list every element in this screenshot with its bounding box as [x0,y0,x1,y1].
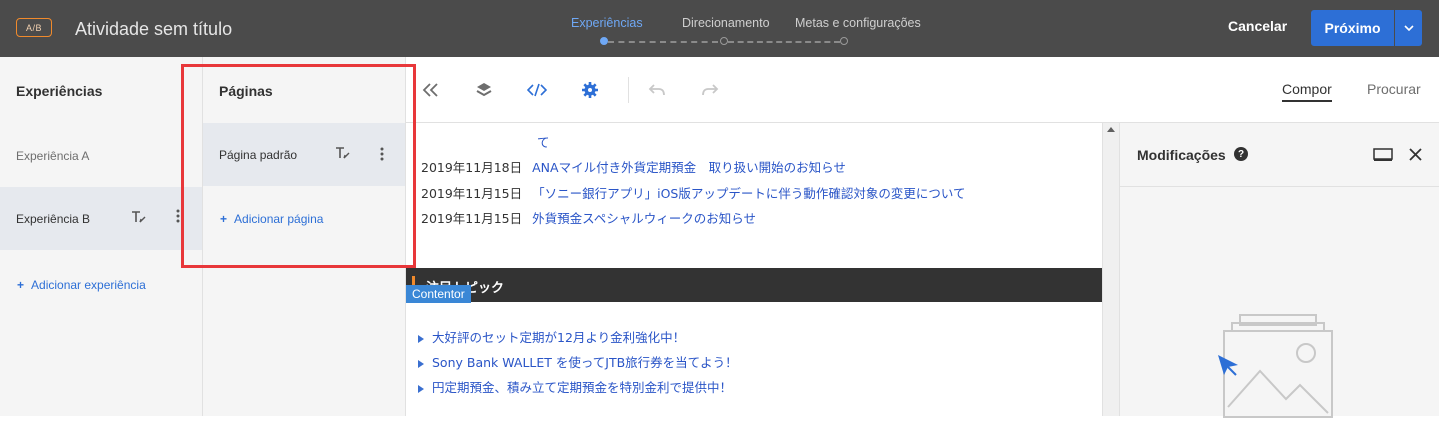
topic-link[interactable]: Sony Bank WALLET を使ってJTB旅行券を当てよう！ [432,355,738,370]
news-partial-line: て [537,135,550,150]
add-experience-label: Adicionar experiência [31,278,146,292]
step-dot-targeting [720,37,728,45]
news-item[interactable]: 2019年11月18日 ANAマイル付き外貨定期預金 取り扱い開始のお知らせ [421,157,846,176]
add-page-link[interactable]: + Adicionar página [220,212,323,226]
modifications-panel: Modificações ? [1119,123,1439,418]
workflow-steps: Experiências Direcionamento Metas e conf… [560,0,960,57]
bullet-triangle-icon [418,334,424,343]
topic-link[interactable]: 大好評のセット定期が12月より金利強化中！ [432,330,685,345]
undo-icon[interactable] [646,79,668,101]
news-link[interactable]: ANAマイル付き外貨定期預金 取り扱い開始のお知らせ [532,160,846,175]
step-dot-goals [840,37,848,45]
tab-browse[interactable]: Procurar [1367,81,1421,97]
next-button[interactable]: Próximo [1311,10,1394,46]
toolbar-divider [628,77,629,103]
bullet-triangle-icon [418,359,424,368]
layers-icon[interactable] [473,79,495,101]
ab-activity-badge: A/B [16,18,52,37]
page-label: Página padrão [219,147,298,162]
modifications-title: Modificações [1137,147,1226,163]
experience-item-b[interactable]: Experiência B [0,187,202,250]
collapse-panel-icon[interactable] [420,79,442,101]
add-experience-link[interactable]: + Adicionar experiência [17,278,146,292]
experience-item-a[interactable]: Experiência A [0,124,202,187]
experience-label: Experiência A [16,148,90,163]
pages-title: Páginas [219,83,273,99]
dock-panel-icon[interactable] [1373,148,1393,167]
news-item[interactable]: 2019年11月15日 「ソニー銀行アプリ」iOS版アップデートに伴う動作確認対象… [421,183,966,202]
modifications-header: Modificações ? [1120,123,1439,187]
plus-icon: + [17,278,25,292]
rename-icon[interactable] [131,210,147,227]
news-item[interactable]: 2019年11月15日 外貨預金スペシャルウィークのお知らせ [421,208,756,227]
container-label-tag: Contentor [406,285,471,303]
next-dropdown-button[interactable] [1395,10,1422,46]
close-icon[interactable] [1409,148,1422,166]
page-preview[interactable]: て 2019年11月18日 ANAマイル付き外貨定期預金 取り扱い開始のお知らせ … [406,123,1102,416]
step-dot-experiences [600,37,608,45]
editor-toolbar: Compor Procurar [406,57,1439,123]
step-experiences[interactable]: Experiências [571,16,643,30]
tab-compose[interactable]: Compor [1282,81,1332,102]
more-options-icon[interactable] [176,208,180,227]
chevron-down-icon [1403,25,1414,31]
more-options-icon[interactable] [380,146,384,165]
step-connector [608,41,718,43]
news-link[interactable]: 外貨預金スペシャルウィークのお知らせ [532,211,756,226]
step-goals-settings[interactable]: Metas e configurações [795,16,921,30]
add-page-label: Adicionar página [234,212,324,226]
experiences-title: Experiências [16,83,103,99]
experiences-panel: Experiências Experiência A Experiência B… [0,57,203,416]
topic-list-item[interactable]: 円定期預金、積み立て定期預金を特別金利で提供中！ [418,377,732,396]
rename-icon[interactable] [335,146,351,163]
step-connector [728,41,840,43]
help-icon[interactable]: ? [1234,147,1248,161]
bullet-triangle-icon [418,384,424,393]
plus-icon: + [220,212,228,226]
news-date: 2019年11月18日 [421,160,523,175]
topic-list-item[interactable]: 大好評のセット定期が12月より金利強化中！ [418,327,685,346]
step-targeting[interactable]: Direcionamento [682,16,770,30]
experience-label: Experiência B [16,211,91,226]
cancel-button[interactable]: Cancelar [1228,18,1287,34]
top-header: A/B Atividade sem título Experiências Di… [0,0,1439,57]
topic-link[interactable]: 円定期預金、積み立て定期預金を特別金利で提供中！ [432,380,732,395]
code-icon[interactable] [526,79,548,101]
news-date: 2019年11月15日 [421,186,523,201]
topic-list-item[interactable]: Sony Bank WALLET を使ってJTB旅行券を当てよう！ [418,352,738,371]
preview-scrollbar[interactable] [1102,123,1119,416]
scroll-up-arrow-icon[interactable] [1107,127,1115,132]
news-date: 2019年11月15日 [421,211,523,226]
page-item-default[interactable]: Página padrão [203,123,405,186]
activity-title[interactable]: Atividade sem título [75,19,232,40]
cursor-arrow-icon [1216,353,1242,382]
redo-icon[interactable] [699,79,721,101]
topic-section-header[interactable]: 注目トピック [406,268,1102,302]
pages-panel: Páginas Página padrão + Adicionar página [203,57,406,416]
settings-gear-icon[interactable] [579,79,601,101]
news-link[interactable]: 「ソニー銀行アプリ」iOS版アップデートに伴う動作確認対象の変更について [532,186,965,201]
